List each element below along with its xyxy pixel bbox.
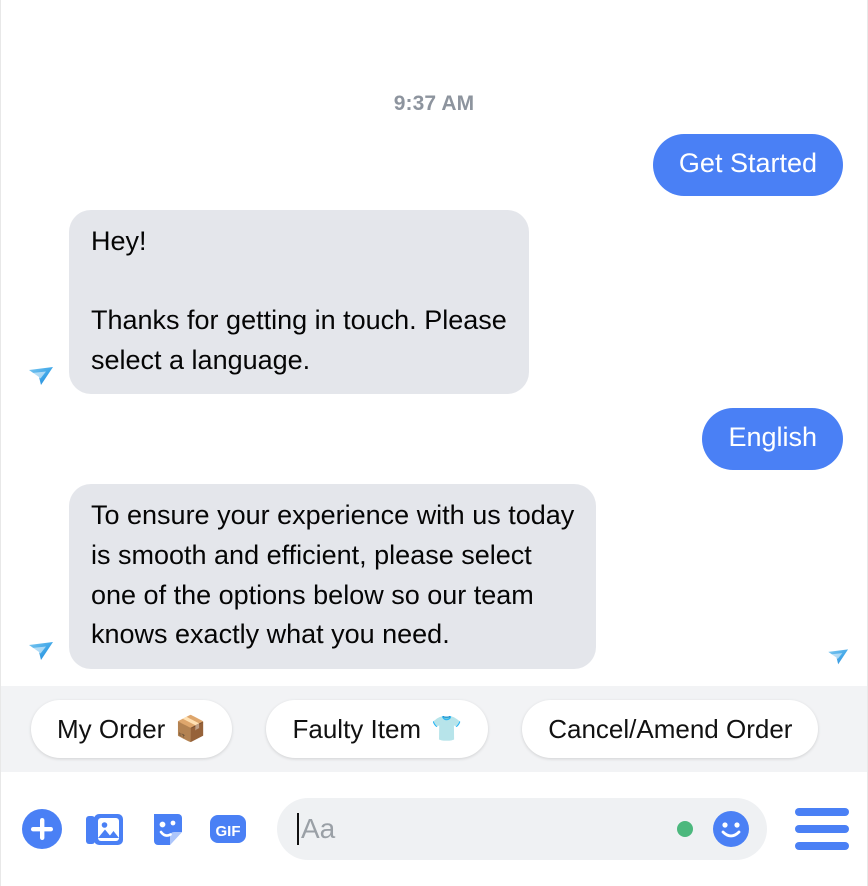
hamburger-bar [795, 842, 849, 850]
package-emoji: 📦 [175, 714, 207, 743]
add-plus-icon[interactable] [19, 806, 65, 852]
quick-reply-faulty-item[interactable]: Faulty Item 👕 [266, 700, 489, 758]
message-input-placeholder[interactable]: Aa [299, 813, 677, 845]
message-row: English [25, 408, 843, 471]
quick-reply-label: My Order [57, 713, 166, 744]
status-indicator-dot [677, 821, 693, 837]
brand-arrow-logo-icon [825, 642, 853, 670]
message-row: To ensure your experience with us today … [25, 484, 843, 669]
message-list[interactable]: 9:37 AM Get Started Hey! Thanks for gett… [1, 0, 867, 686]
quick-reply-label: Faulty Item [292, 713, 422, 744]
outgoing-message-bubble[interactable]: English [702, 408, 843, 471]
menu-hamburger-icon[interactable] [795, 808, 849, 850]
incoming-message-bubble[interactable]: Hey! Thanks for getting in touch. Please… [69, 209, 529, 395]
message-composer: GIF Aa [1, 772, 867, 886]
hamburger-bar [795, 825, 849, 833]
hamburger-bar [795, 808, 849, 816]
photo-gallery-icon[interactable] [81, 806, 127, 852]
messenger-chat-window: 9:37 AM Get Started Hey! Thanks for gett… [0, 0, 868, 886]
gif-icon[interactable]: GIF [205, 806, 251, 852]
outgoing-message-bubble[interactable]: Get Started [652, 134, 843, 196]
quick-reply-label: Cancel/Amend Order [548, 713, 793, 744]
quick-reply-cancel-amend-order[interactable]: Cancel/Amend Order [522, 700, 819, 758]
tshirt-emoji: 👕 [431, 714, 463, 743]
brand-arrow-logo-icon [25, 358, 59, 392]
sticker-icon[interactable] [143, 806, 189, 852]
message-row: Get Started [25, 134, 843, 196]
brand-arrow-logo-icon [25, 633, 59, 667]
quick-reply-row[interactable]: My Order 📦 Faulty Item 👕 Cancel/Amend Or… [1, 686, 867, 772]
conversation-timestamp: 9:37 AM [393, 92, 475, 115]
emoji-picker-button[interactable] [709, 807, 753, 851]
svg-text:GIF: GIF [216, 823, 241, 840]
incoming-message-bubble[interactable]: To ensure your experience with us today … [69, 484, 597, 669]
quick-reply-my-order[interactable]: My Order 📦 [31, 700, 233, 758]
message-row: Hey! Thanks for getting in touch. Please… [25, 209, 843, 395]
message-input-wrapper[interactable]: Aa [277, 798, 767, 860]
